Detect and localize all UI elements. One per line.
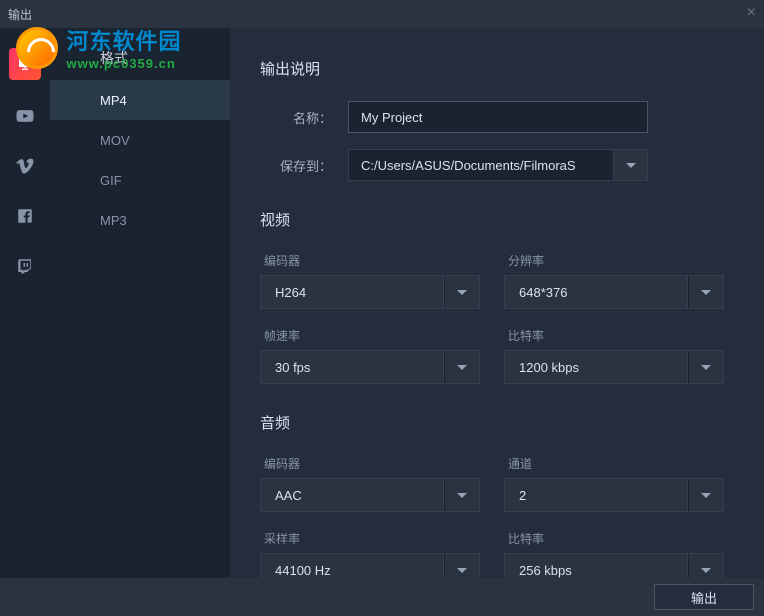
rail-youtube[interactable] <box>11 102 39 130</box>
video-resolution-dropdown-button[interactable] <box>688 275 724 309</box>
titlebar: 输出 × <box>0 0 764 28</box>
close-icon[interactable]: × <box>747 4 756 22</box>
rail-twitch[interactable] <box>11 252 39 280</box>
export-button[interactable]: 输出 <box>654 584 754 610</box>
video-fps-label: 帧速率 <box>260 327 480 344</box>
save-path-display[interactable]: C:/Users/ASUS/Documents/FilmoraS <box>348 149 614 181</box>
audio-encoder-select[interactable]: AAC <box>260 478 444 512</box>
chevron-down-icon <box>701 365 711 370</box>
audio-channel-select[interactable]: 2 <box>504 478 688 512</box>
rail-facebook[interactable] <box>11 202 39 230</box>
audio-bitrate-label: 比特率 <box>504 530 724 547</box>
video-bitrate-label: 比特率 <box>504 327 724 344</box>
facebook-icon <box>16 207 34 225</box>
window-title: 输出 <box>8 6 32 23</box>
audio-sample-label: 采样率 <box>260 530 480 547</box>
audio-bitrate-select[interactable]: 256 kbps <box>504 553 688 578</box>
chevron-down-icon <box>457 290 467 295</box>
rail-local[interactable] <box>9 48 41 80</box>
audio-sample-dropdown-button[interactable] <box>444 553 480 578</box>
video-resolution-label: 分辨率 <box>504 252 724 269</box>
video-fps-select[interactable]: 30 fps <box>260 350 444 384</box>
chevron-down-icon <box>457 493 467 498</box>
video-encoder-select[interactable]: H264 <box>260 275 444 309</box>
format-item-mp4[interactable]: MP4 <box>50 80 230 120</box>
twitch-icon <box>16 257 34 275</box>
chevron-down-icon <box>457 568 467 573</box>
chevron-down-icon <box>701 568 711 573</box>
save-path-dropdown-button[interactable] <box>614 149 648 181</box>
video-encoder-dropdown-button[interactable] <box>444 275 480 309</box>
save-row: 保存到： C:/Users/ASUS/Documents/FilmoraS <box>260 149 724 181</box>
name-label: 名称： <box>260 108 348 127</box>
format-header: 格式 <box>50 48 230 68</box>
chevron-down-icon <box>701 493 711 498</box>
name-row: 名称： <box>260 101 724 133</box>
youtube-icon <box>15 106 35 126</box>
format-item-mp3[interactable]: MP3 <box>50 200 230 240</box>
format-item-mov[interactable]: MOV <box>50 120 230 160</box>
rail-vimeo[interactable] <box>11 152 39 180</box>
video-bitrate-select[interactable]: 1200 kbps <box>504 350 688 384</box>
audio-sample-select[interactable]: 44100 Hz <box>260 553 444 578</box>
chevron-down-icon <box>626 163 636 168</box>
main-area: 格式 MP4 MOV GIF MP3 输出说明 名称： 保存到： C:/User… <box>0 28 764 578</box>
audio-encoder-dropdown-button[interactable] <box>444 478 480 512</box>
destination-rail <box>0 28 50 578</box>
footer: 输出 <box>0 578 764 616</box>
vimeo-icon <box>15 156 35 176</box>
audio-bitrate-dropdown-button[interactable] <box>688 553 724 578</box>
audio-encoder-label: 编码器 <box>260 455 480 472</box>
format-item-gif[interactable]: GIF <box>50 160 230 200</box>
settings-panel: 输出说明 名称： 保存到： C:/Users/ASUS/Documents/Fi… <box>230 28 764 578</box>
audio-section-title: 音频 <box>260 412 724 433</box>
chevron-down-icon <box>701 290 711 295</box>
output-section-title: 输出说明 <box>260 58 724 79</box>
audio-channel-dropdown-button[interactable] <box>688 478 724 512</box>
audio-channel-label: 通道 <box>504 455 724 472</box>
video-encoder-label: 编码器 <box>260 252 480 269</box>
monitor-icon <box>16 55 34 73</box>
video-bitrate-dropdown-button[interactable] <box>688 350 724 384</box>
video-fps-dropdown-button[interactable] <box>444 350 480 384</box>
save-label: 保存到： <box>260 156 348 175</box>
name-input[interactable] <box>348 101 648 133</box>
format-column: 格式 MP4 MOV GIF MP3 <box>50 28 230 578</box>
video-resolution-select[interactable]: 648*376 <box>504 275 688 309</box>
video-section-title: 视频 <box>260 209 724 230</box>
chevron-down-icon <box>457 365 467 370</box>
